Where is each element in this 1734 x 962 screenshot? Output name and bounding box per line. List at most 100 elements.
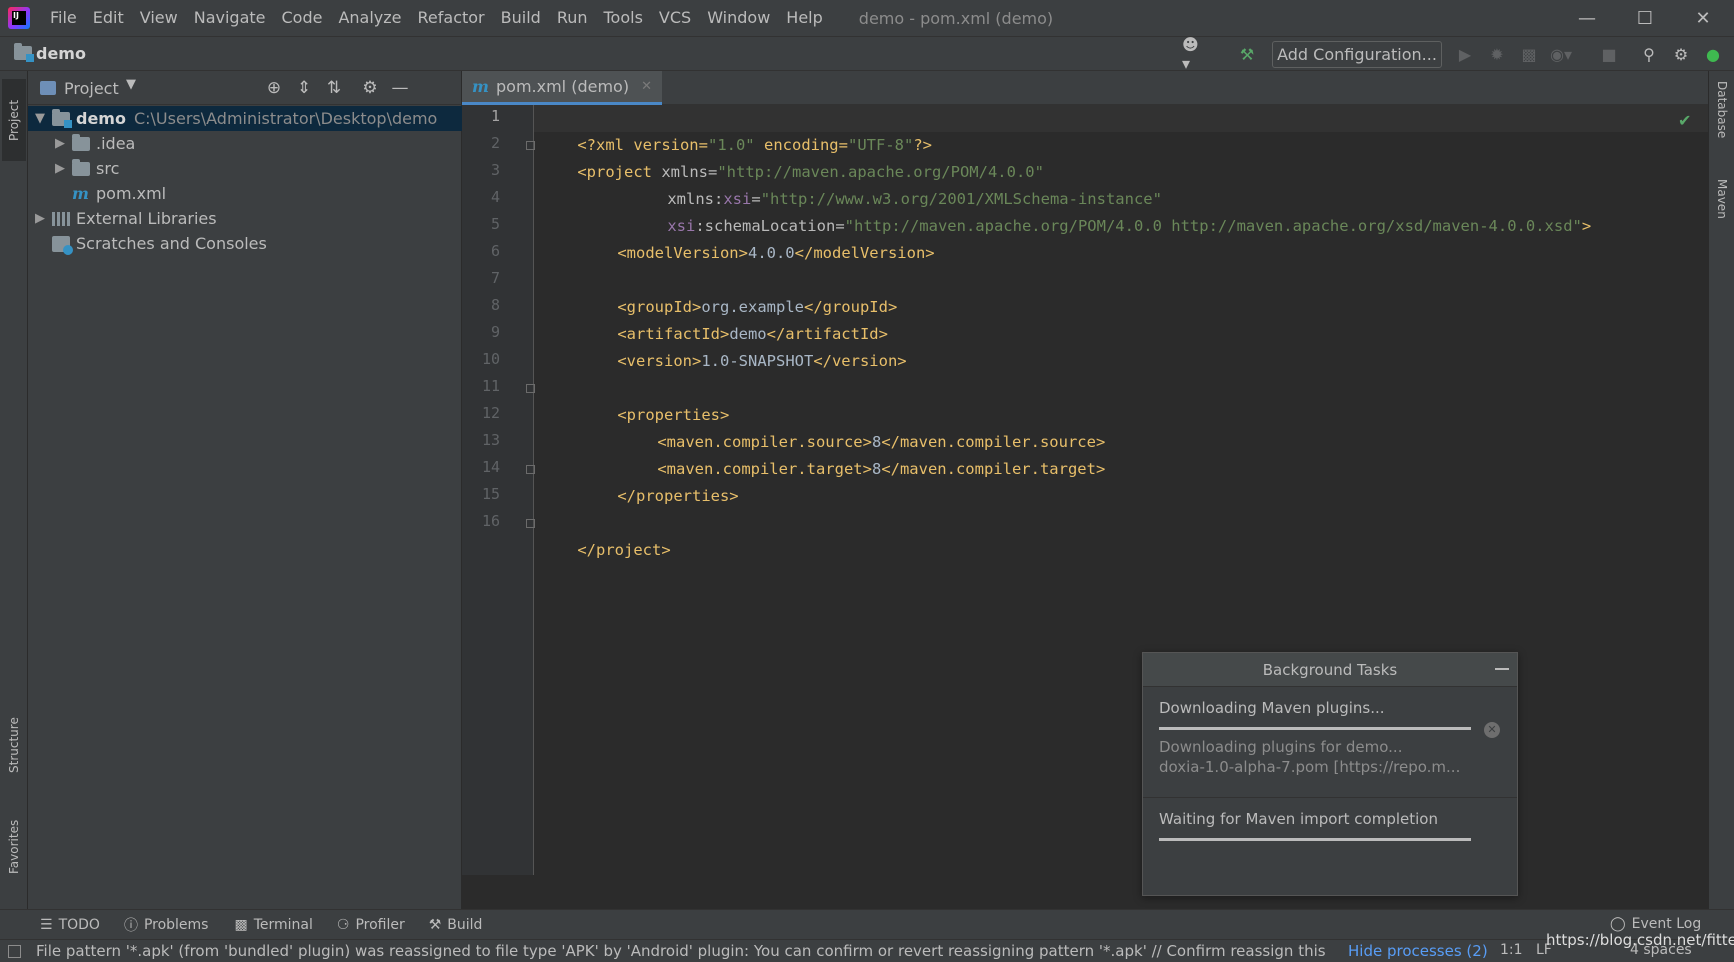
module-folder-icon bbox=[14, 43, 34, 62]
intellij-logo-icon: IJ bbox=[8, 7, 30, 29]
menu-window[interactable]: Window bbox=[699, 0, 778, 36]
tree-item-label: External Libraries bbox=[76, 209, 217, 228]
minimize-icon[interactable]: — bbox=[1558, 0, 1616, 36]
chevron-down-icon[interactable]: ▼ bbox=[34, 111, 46, 126]
locate-file-icon[interactable]: ⊕ bbox=[264, 78, 284, 98]
tree-item-external-libraries[interactable]: ▶ External Libraries bbox=[28, 206, 462, 231]
navigation-bar: demo ☻▾ ⚒ Add Configuration... ▶ ✹ ▩ ◉▾ … bbox=[0, 35, 1734, 73]
debug-icon[interactable]: ✹ bbox=[1486, 43, 1508, 65]
chevron-right-icon[interactable]: ▶ bbox=[54, 161, 66, 176]
tree-item-scratches[interactable]: Scratches and Consoles bbox=[28, 231, 462, 256]
close-icon[interactable]: ✕ bbox=[1674, 0, 1732, 36]
tool-window-tab-favorites[interactable]: Favorites bbox=[2, 807, 26, 887]
project-view-selector[interactable]: Project bbox=[64, 79, 119, 98]
tool-window-tab-project[interactable]: Project bbox=[2, 79, 26, 161]
hammer-icon: ⚒ bbox=[428, 916, 442, 933]
user-icon[interactable]: ☻▾ bbox=[1182, 35, 1204, 73]
tool-build[interactable]: ⚒ Build bbox=[429, 917, 483, 933]
menu-vcs[interactable]: VCS bbox=[651, 0, 699, 36]
tool-window-tab-database[interactable]: Database bbox=[1711, 81, 1733, 161]
menu-help[interactable]: Help bbox=[778, 0, 830, 36]
fold-marker-icon[interactable] bbox=[526, 384, 535, 393]
code-line-7: <groupId>org.example</groupId> bbox=[617, 298, 898, 316]
code-line-5: <modelVersion>4.0.0</modelVersion> bbox=[617, 244, 935, 262]
no-problems-check-icon[interactable]: ✔ bbox=[1678, 111, 1691, 130]
chevron-right-icon[interactable]: ▶ bbox=[54, 136, 66, 151]
run-icon[interactable]: ▶ bbox=[1454, 43, 1476, 65]
left-tool-strip: Project Structure Favorites bbox=[0, 71, 28, 909]
collapse-all-icon[interactable]: ⇅ bbox=[324, 78, 344, 98]
code-editor[interactable]: 1 2 3 4 5 6 7 8 9 10 11 12 13 14 15 16 <… bbox=[462, 105, 1708, 875]
tab-pom-xml[interactable]: m pom.xml (demo) ✕ bbox=[462, 71, 662, 105]
search-icon[interactable]: ⚲ bbox=[1638, 43, 1660, 65]
hide-processes-link[interactable]: Hide processes (2) bbox=[1348, 942, 1488, 960]
tool-window-tab-structure[interactable]: Structure bbox=[2, 705, 26, 785]
status-bar: File pattern '*.apk' (from 'bundled' plu… bbox=[0, 939, 1734, 962]
breadcrumb-project[interactable]: demo bbox=[36, 44, 86, 63]
menu-refactor[interactable]: Refactor bbox=[410, 0, 493, 36]
tree-item-src[interactable]: ▶ src bbox=[28, 156, 462, 181]
task-title: Waiting for Maven import completion bbox=[1159, 810, 1438, 828]
menu-tools[interactable]: Tools bbox=[596, 0, 651, 36]
menu-analyze[interactable]: Analyze bbox=[330, 0, 409, 36]
settings-gear-icon[interactable]: ⚙ bbox=[1670, 43, 1692, 65]
bottom-tool-bar: ☰ TODO ⓘ Problems ▩ Terminal ⚆ Profiler ⚒ Bui… bbox=[0, 909, 1734, 939]
tree-item-idea[interactable]: ▶ .idea bbox=[28, 131, 462, 156]
code-line-8: <artifactId>demo</artifactId> bbox=[617, 325, 888, 343]
tool-terminal[interactable]: ▩ Terminal bbox=[234, 917, 312, 933]
tool-profiler[interactable]: ⚆ Profiler bbox=[337, 917, 405, 933]
tool-problems[interactable]: ⓘ Problems bbox=[124, 915, 209, 935]
expand-all-icon[interactable]: ⇕ bbox=[294, 78, 314, 98]
close-tab-icon[interactable]: ✕ bbox=[641, 79, 652, 94]
stop-icon[interactable]: ■ bbox=[1598, 43, 1620, 65]
background-tasks-popup: Background Tasks Downloading Maven plugi… bbox=[1142, 652, 1518, 896]
chevron-right-icon[interactable]: ▶ bbox=[34, 211, 46, 226]
cancel-task-icon[interactable]: ✕ bbox=[1484, 722, 1500, 738]
menu-code[interactable]: Code bbox=[274, 0, 331, 36]
background-tasks-title: Background Tasks bbox=[1143, 653, 1517, 687]
menu-edit[interactable]: Edit bbox=[85, 0, 132, 36]
fold-marker-icon[interactable] bbox=[526, 465, 535, 474]
module-folder-icon bbox=[52, 108, 72, 128]
plugin-update-icon[interactable]: ● bbox=[1702, 43, 1724, 65]
minimize-popup-icon[interactable] bbox=[1495, 668, 1509, 670]
build-hammer-icon[interactable]: ⚒ bbox=[1236, 43, 1258, 65]
editor-tab-bar: m pom.xml (demo) ✕ bbox=[462, 71, 1708, 105]
hide-panel-icon[interactable]: — bbox=[390, 78, 410, 98]
folder-icon bbox=[72, 158, 90, 176]
chevron-down-icon[interactable]: ▼ bbox=[126, 77, 136, 92]
task-detail: doxia-1.0-alpha-7.pom [https://repo.m... bbox=[1159, 758, 1461, 776]
line-number: 7 bbox=[490, 269, 500, 287]
watermark-text: https://blog.csdn.net/fittec bbox=[1546, 931, 1734, 949]
menu-file[interactable]: File bbox=[42, 0, 85, 36]
status-message[interactable]: File pattern '*.apk' (from 'bundled' plu… bbox=[36, 942, 1326, 960]
maven-file-icon: m bbox=[72, 184, 89, 203]
toggle-tool-windows-icon[interactable] bbox=[8, 945, 21, 958]
terminal-icon: ▩ bbox=[234, 916, 248, 933]
code-line-1: <?xml version="1.0" encoding="UTF-8"?> bbox=[577, 136, 932, 154]
code-line-16: </project> bbox=[577, 541, 671, 559]
fold-marker-icon[interactable] bbox=[526, 141, 535, 150]
tree-item-demo[interactable]: ▼ demo C:\Users\Administrator\Desktop\de… bbox=[28, 106, 462, 131]
profile-icon[interactable]: ◉▾ bbox=[1550, 43, 1572, 65]
menu-run[interactable]: Run bbox=[549, 0, 596, 36]
library-icon bbox=[52, 211, 70, 226]
line-number: 8 bbox=[490, 296, 500, 314]
tool-todo[interactable]: ☰ TODO bbox=[40, 917, 100, 933]
line-number: 6 bbox=[490, 242, 500, 260]
tool-window-tab-maven[interactable]: Maven bbox=[1711, 179, 1733, 239]
menu-view[interactable]: View bbox=[132, 0, 186, 36]
menu-build[interactable]: Build bbox=[493, 0, 549, 36]
panel-settings-icon[interactable]: ⚙ bbox=[360, 78, 380, 98]
tool-event-log[interactable]: ◯ Event Log bbox=[1610, 916, 1701, 932]
fold-marker-icon[interactable] bbox=[526, 519, 535, 528]
coverage-icon[interactable]: ▩ bbox=[1518, 43, 1540, 65]
maximize-icon[interactable]: ☐ bbox=[1616, 0, 1674, 36]
line-number-gutter: 1 2 3 4 5 6 7 8 9 10 11 12 13 14 15 16 bbox=[462, 105, 535, 875]
menu-navigate[interactable]: Navigate bbox=[186, 0, 274, 36]
code-line-13: <maven.compiler.target>8</maven.compiler… bbox=[657, 460, 1106, 478]
caret-position[interactable]: 1:1 bbox=[1500, 942, 1523, 958]
tree-item-pom[interactable]: m pom.xml bbox=[28, 181, 462, 206]
list-icon: ☰ bbox=[40, 916, 53, 933]
add-configuration-button[interactable]: Add Configuration... bbox=[1272, 41, 1442, 68]
